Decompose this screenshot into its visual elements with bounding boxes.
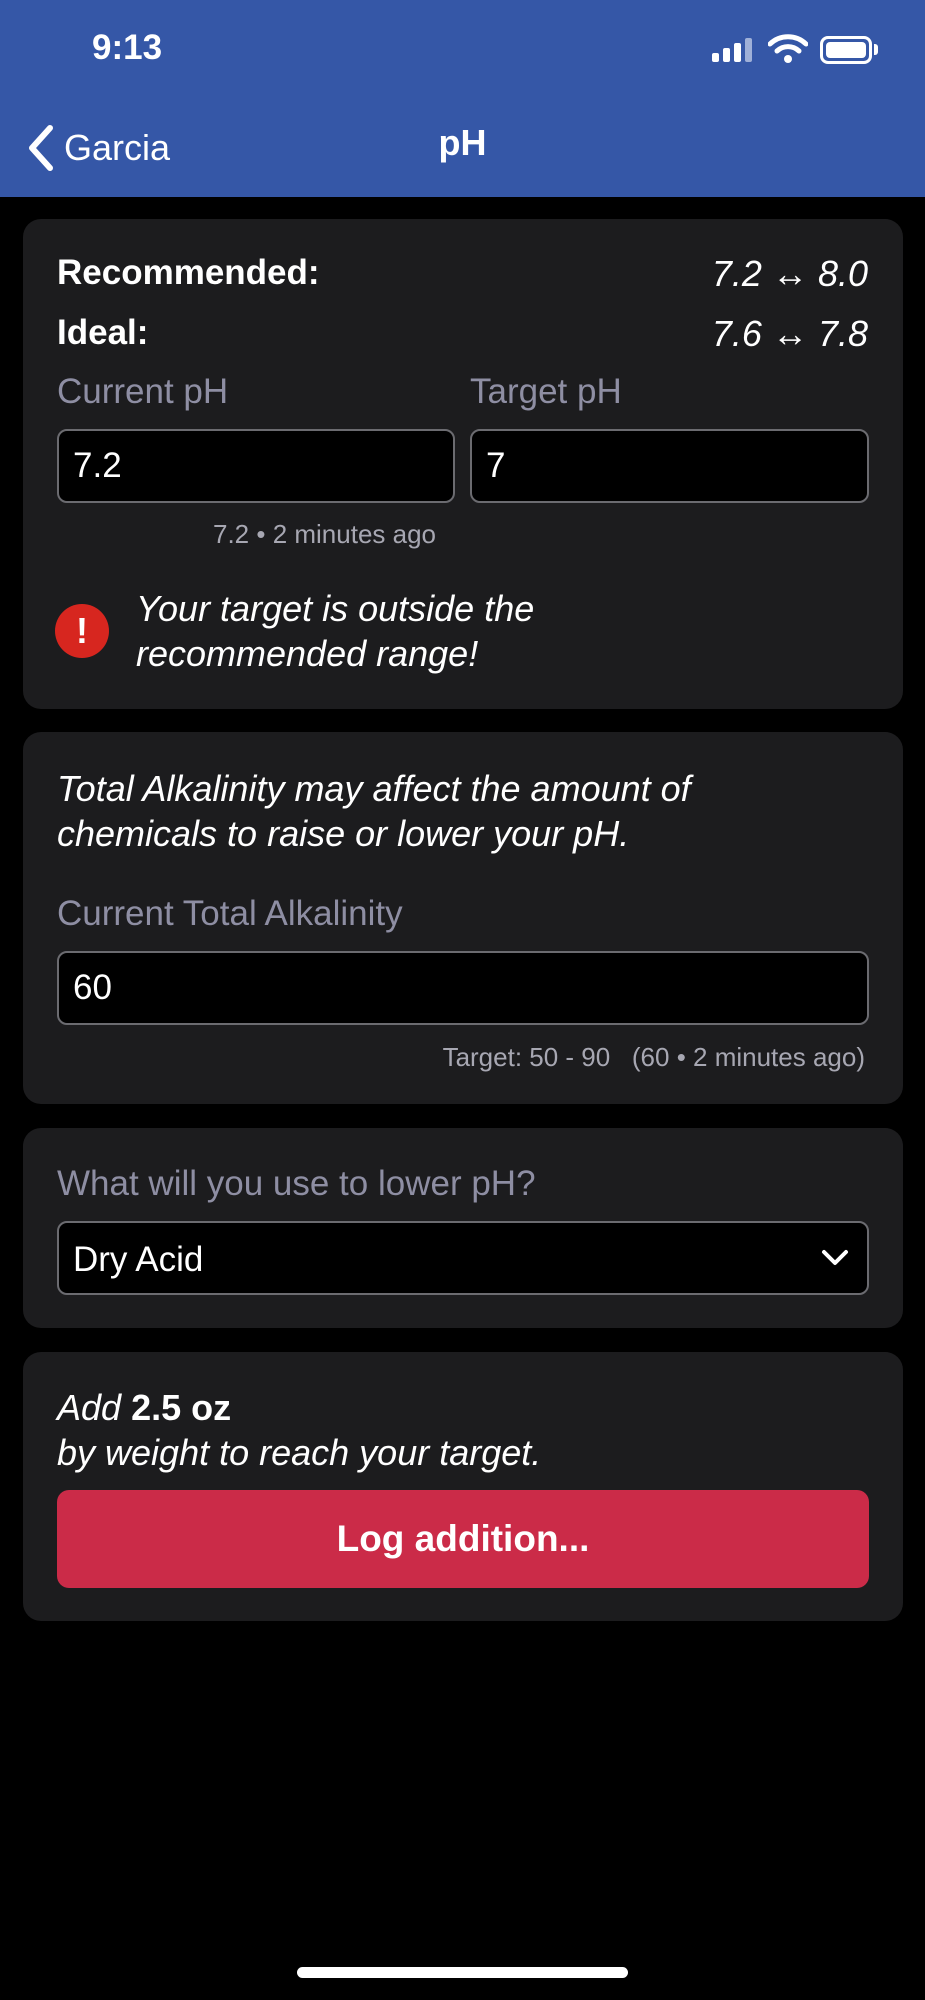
log-addition-button[interactable]: Log addition... bbox=[57, 1490, 869, 1588]
result-amount-line: Add 2.5 oz bbox=[57, 1387, 231, 1429]
add-word: Add bbox=[57, 1387, 122, 1428]
result-amount: 2.5 oz bbox=[131, 1387, 232, 1428]
page-title: pH bbox=[438, 122, 487, 163]
recommended-value: 7.2 ↔ 8.0 bbox=[711, 253, 868, 294]
target-ph-input[interactable] bbox=[470, 429, 869, 503]
navigation-header: 9:13 Garcia pH bbox=[0, 0, 925, 197]
exclamation-icon: ! bbox=[55, 604, 109, 658]
alkalinity-caption: Target: 50 - 90 (60 • 2 minutes ago) bbox=[442, 1042, 865, 1072]
current-ph-input[interactable] bbox=[57, 429, 455, 503]
alkalinity-info: Total Alkalinity may affect the amount o… bbox=[57, 768, 691, 854]
alkalinity-input[interactable] bbox=[57, 951, 869, 1025]
ideal-value: 7.6 ↔ 7.8 bbox=[711, 313, 868, 354]
wifi-icon bbox=[768, 34, 808, 63]
status-time: 9:13 bbox=[92, 28, 163, 67]
target-ph-label: Target pH bbox=[470, 372, 622, 411]
current-ph-label: Current pH bbox=[57, 372, 229, 411]
result-suffix: by weight to reach your target. bbox=[57, 1432, 542, 1473]
chemical-select[interactable]: Dry Acid bbox=[57, 1221, 869, 1295]
status-icons bbox=[712, 34, 882, 66]
battery-icon bbox=[820, 36, 872, 64]
warning-message: Your target is outside the recommended r… bbox=[136, 588, 535, 674]
ideal-label: Ideal: bbox=[57, 313, 149, 352]
chemical-selected-value: Dry Acid bbox=[73, 1240, 204, 1279]
recommended-label: Recommended: bbox=[57, 253, 320, 292]
home-indicator bbox=[297, 1967, 628, 1978]
alkalinity-label: Current Total Alkalinity bbox=[57, 894, 403, 933]
chemical-label: What will you use to lower pH? bbox=[57, 1164, 536, 1203]
chevron-down-icon bbox=[822, 1250, 848, 1265]
last-ph-reading: 7.2 • 2 minutes ago bbox=[213, 519, 437, 549]
